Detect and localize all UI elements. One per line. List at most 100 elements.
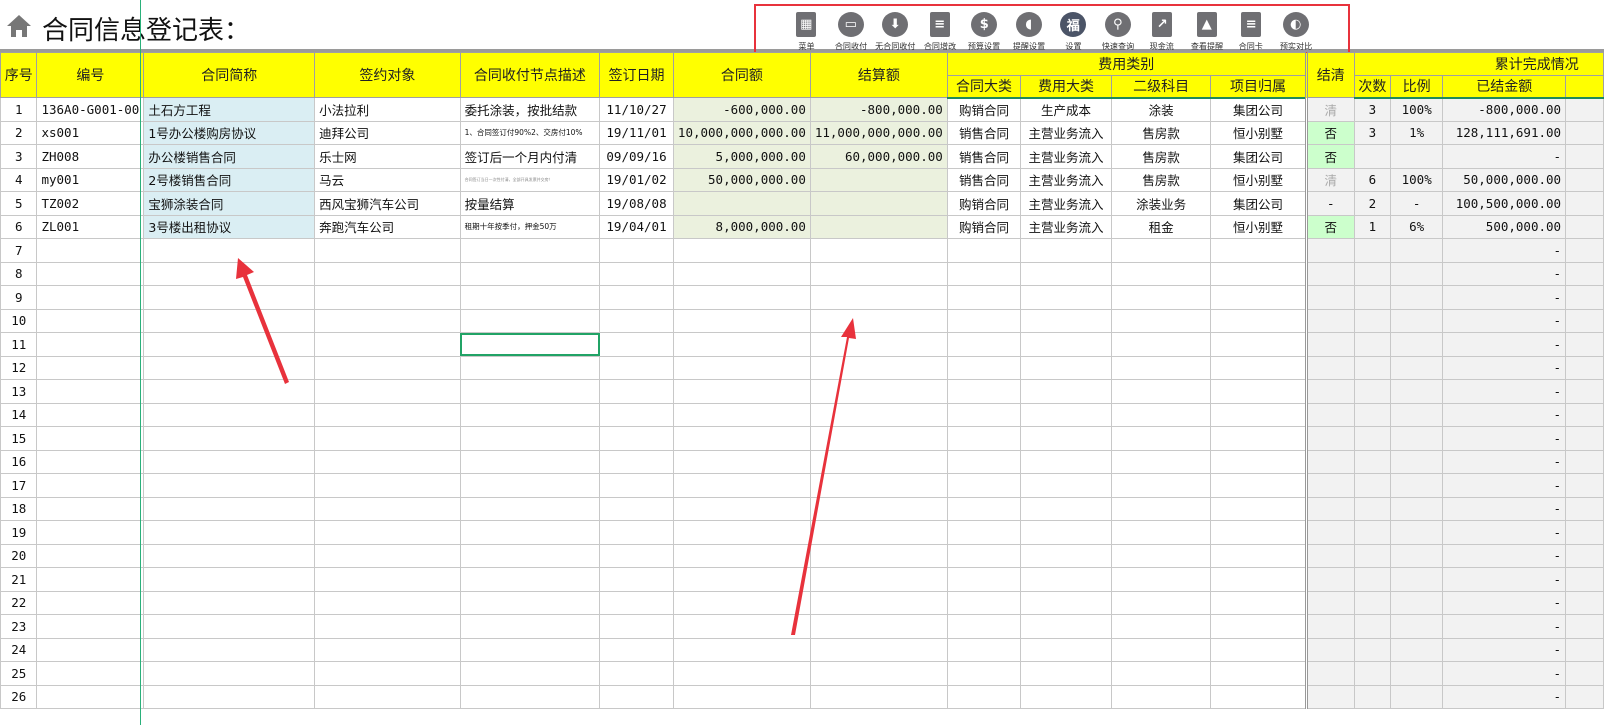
cell-paid[interactable]: - (1442, 308, 1567, 333)
cell-name[interactable] (143, 661, 316, 686)
cell-name[interactable] (143, 238, 316, 263)
cell-code[interactable] (36, 261, 145, 286)
cell-etype[interactable] (1020, 520, 1112, 545)
cell-times[interactable] (1353, 614, 1391, 639)
cell-sub[interactable]: 售房款 (1110, 120, 1212, 145)
toolbar-button-bell[interactable]: ▲ 查看提醒 (1185, 6, 1230, 52)
cell-date[interactable] (599, 449, 674, 474)
cell-ctype[interactable]: 购销合同 (946, 214, 1022, 239)
cell-ctype[interactable] (946, 379, 1022, 404)
cell-date[interactable] (599, 614, 674, 639)
cell-sub[interactable]: 涂装业务 (1110, 191, 1212, 216)
cell-times[interactable] (1353, 449, 1391, 474)
cell-ctype[interactable] (946, 402, 1022, 427)
cell-date[interactable] (599, 520, 674, 545)
cell-etype[interactable] (1020, 567, 1112, 592)
cell-desc[interactable] (459, 590, 601, 615)
cell-overflow[interactable] (1565, 214, 1604, 239)
cell-code[interactable] (36, 402, 145, 427)
cell-date[interactable]: 11/10/27 (599, 97, 674, 122)
toolbar-button-speaker[interactable]: ◖ 提醒设置 (1007, 6, 1052, 52)
cell-amount[interactable] (672, 285, 811, 310)
cell-name[interactable] (143, 614, 316, 639)
cell-desc[interactable] (459, 355, 601, 380)
cell-proj[interactable] (1210, 496, 1307, 521)
cell-ctype[interactable] (946, 449, 1022, 474)
cell-cleared[interactable] (1304, 567, 1355, 592)
cell-times[interactable] (1353, 144, 1391, 169)
cell-amount[interactable] (672, 355, 811, 380)
cell-etype[interactable]: 主营业务流入 (1020, 167, 1112, 192)
cell-proj[interactable] (1210, 238, 1307, 263)
cell-times[interactable]: 3 (1353, 97, 1391, 122)
cell-ctype[interactable] (946, 637, 1022, 662)
cell-ratio[interactable]: 6% (1389, 214, 1444, 239)
cell-ctype[interactable] (946, 661, 1022, 686)
cell-seq[interactable]: 21 (0, 567, 38, 592)
cell-proj[interactable] (1210, 402, 1307, 427)
cell-desc[interactable] (459, 332, 601, 357)
cell-ratio[interactable] (1389, 238, 1444, 263)
cell-cleared[interactable]: - (1304, 191, 1355, 216)
cell-times[interactable] (1353, 332, 1391, 357)
cell-settle[interactable] (809, 355, 948, 380)
cell-proj[interactable] (1210, 520, 1307, 545)
cell-date[interactable] (599, 637, 674, 662)
cell-proj[interactable] (1210, 261, 1307, 286)
cell-name[interactable] (143, 449, 316, 474)
cell-desc[interactable]: 按量结算 (459, 191, 601, 216)
cell-proj[interactable]: 集团公司 (1210, 144, 1307, 169)
cell-seq[interactable]: 2 (0, 120, 38, 145)
cell-ratio[interactable] (1389, 426, 1444, 451)
cell-overflow[interactable] (1565, 543, 1604, 568)
cell-overflow[interactable] (1565, 238, 1604, 263)
cell-settle[interactable] (809, 332, 948, 357)
cell-desc[interactable]: 租期十年按季付，押金50万 (459, 214, 601, 239)
cell-party[interactable] (314, 543, 461, 568)
cell-sub[interactable] (1110, 567, 1212, 592)
cell-sub[interactable]: 售房款 (1110, 144, 1212, 169)
cell-date[interactable]: 19/08/08 (599, 191, 674, 216)
cell-seq[interactable]: 13 (0, 379, 38, 404)
cell-code[interactable] (36, 543, 145, 568)
cell-desc[interactable] (459, 567, 601, 592)
cell-proj[interactable] (1210, 543, 1307, 568)
cell-settle[interactable] (809, 167, 948, 192)
cell-code[interactable] (36, 426, 145, 451)
cell-name[interactable] (143, 308, 316, 333)
cell-etype[interactable]: 生产成本 (1020, 97, 1112, 122)
cell-proj[interactable] (1210, 567, 1307, 592)
cell-overflow[interactable] (1565, 167, 1604, 192)
cell-code[interactable] (36, 473, 145, 498)
header-ratio[interactable]: 比例 (1389, 74, 1444, 99)
cell-times[interactable] (1353, 308, 1391, 333)
cell-name[interactable] (143, 426, 316, 451)
cell-settle[interactable] (809, 520, 948, 545)
cell-seq[interactable]: 6 (0, 214, 38, 239)
cell-party[interactable]: 小法拉利 (314, 97, 461, 122)
cell-ratio[interactable]: 100% (1389, 167, 1444, 192)
cell-proj[interactable] (1210, 590, 1307, 615)
cell-etype[interactable] (1020, 426, 1112, 451)
cell-name[interactable] (143, 402, 316, 427)
cell-sub[interactable]: 租金 (1110, 214, 1212, 239)
cell-cleared[interactable]: 清 (1304, 97, 1355, 122)
cell-times[interactable] (1353, 261, 1391, 286)
cell-code[interactable] (36, 590, 145, 615)
cell-date[interactable] (599, 684, 674, 709)
cell-desc[interactable] (459, 379, 601, 404)
cell-desc[interactable] (459, 637, 601, 662)
cell-times[interactable] (1353, 567, 1391, 592)
cell-paid[interactable]: - (1442, 661, 1567, 686)
cell-name[interactable] (143, 473, 316, 498)
cell-cleared[interactable]: 否 (1304, 214, 1355, 239)
cell-sub[interactable] (1110, 473, 1212, 498)
cell-ctype[interactable] (946, 285, 1022, 310)
cell-party[interactable] (314, 449, 461, 474)
cell-seq[interactable]: 1 (0, 97, 38, 122)
cell-sub[interactable] (1110, 238, 1212, 263)
cell-proj[interactable]: 集团公司 (1210, 97, 1307, 122)
cell-paid[interactable]: - (1442, 567, 1567, 592)
cell-ctype[interactable] (946, 426, 1022, 451)
cell-paid[interactable]: - (1442, 590, 1567, 615)
